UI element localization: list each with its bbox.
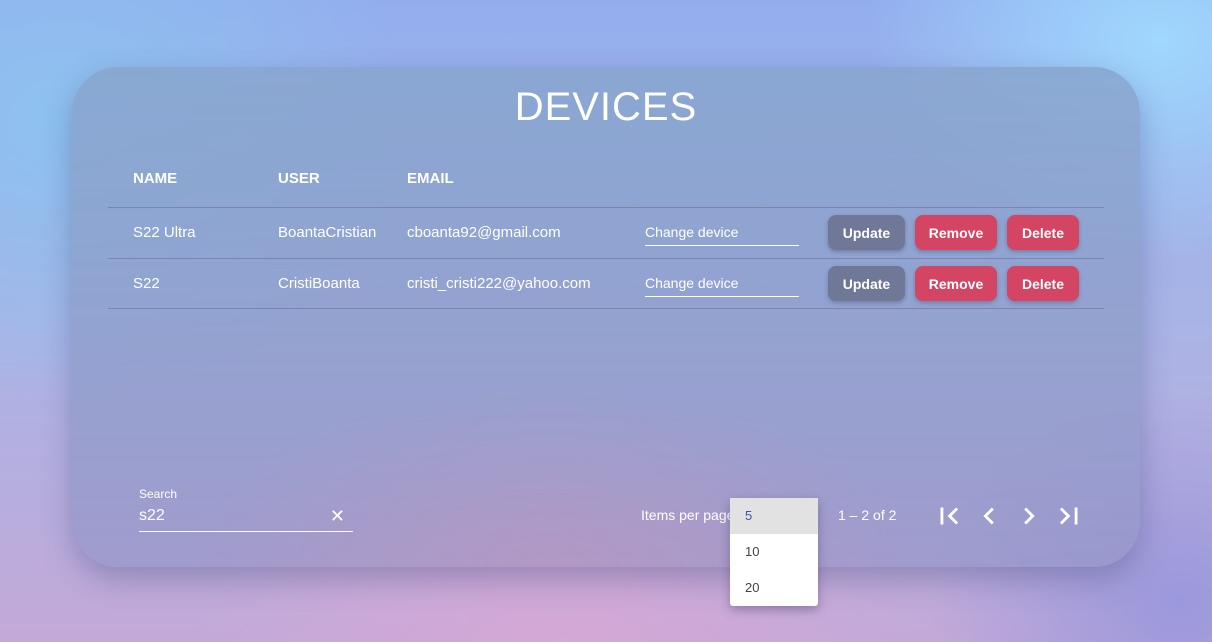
first-page-icon[interactable] <box>932 499 966 533</box>
items-per-page-label: Items per page <box>641 507 735 523</box>
previous-page-icon[interactable] <box>972 499 1006 533</box>
device-email: cristi_cristi222@yahoo.com <box>407 275 591 292</box>
items-per-page-dropdown: 5 10 20 <box>730 498 818 606</box>
page-size-option[interactable]: 20 <box>730 570 818 606</box>
delete-button[interactable]: Delete <box>1007 266 1079 301</box>
column-header-user[interactable]: USER <box>278 170 320 187</box>
column-header-name[interactable]: NAME <box>133 170 177 187</box>
remove-button[interactable]: Remove <box>915 266 997 301</box>
device-email: cboanta92@gmail.com <box>407 224 561 241</box>
table-row: S22 Ultra BoantaCristian cboanta92@gmail… <box>108 207 1104 258</box>
search-input[interactable]: s22 ✕ <box>139 504 353 532</box>
close-icon[interactable]: ✕ <box>330 506 345 527</box>
device-user: BoantaCristian <box>278 224 377 241</box>
page-title: DEVICES <box>514 85 698 129</box>
change-device-input[interactable]: Change device <box>645 272 799 297</box>
page-size-option[interactable]: 10 <box>730 534 818 570</box>
device-name: S22 Ultra <box>133 224 196 241</box>
delete-button[interactable]: Delete <box>1007 215 1079 250</box>
device-name: S22 <box>133 275 160 292</box>
remove-button[interactable]: Remove <box>915 215 997 250</box>
column-header-email[interactable]: EMAIL <box>407 170 454 187</box>
table-row: S22 CristiBoanta cristi_cristi222@yahoo.… <box>108 258 1104 309</box>
page-range-label: 1 – 2 of 2 <box>838 507 897 523</box>
update-button[interactable]: Update <box>828 215 905 250</box>
devices-card: DEVICES NAME USER EMAIL S22 Ultra Boanta… <box>72 67 1140 567</box>
page-size-option[interactable]: 5 <box>730 498 818 534</box>
change-device-input[interactable]: Change device <box>645 221 799 246</box>
update-button[interactable]: Update <box>828 266 905 301</box>
last-page-icon[interactable] <box>1052 499 1086 533</box>
search-value: s22 <box>139 507 165 524</box>
next-page-icon[interactable] <box>1012 499 1046 533</box>
device-user: CristiBoanta <box>278 275 360 292</box>
search-label: Search <box>139 487 178 501</box>
